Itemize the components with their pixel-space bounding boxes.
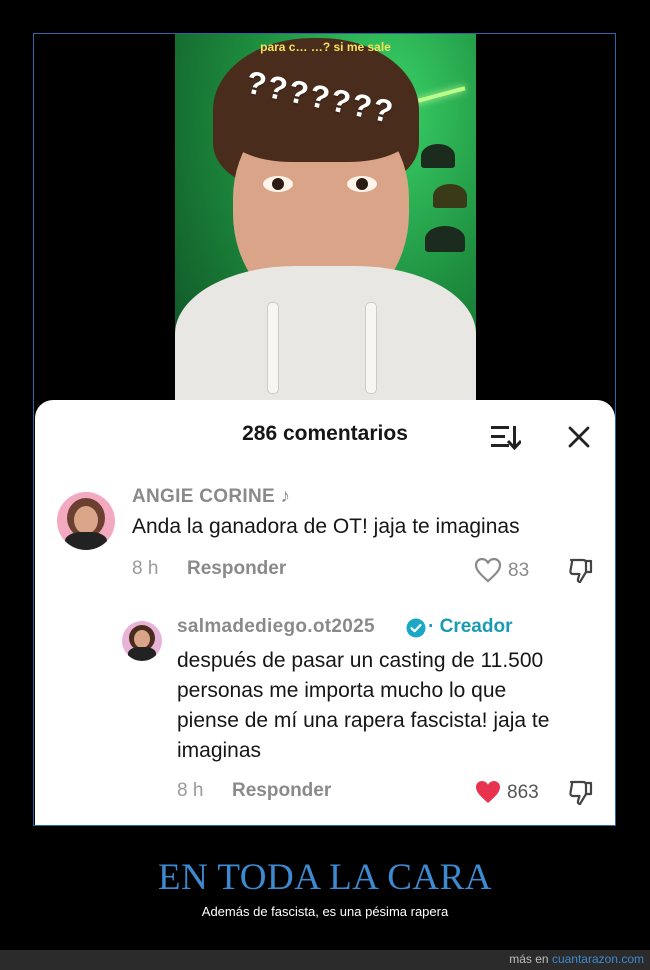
post-subline: Además de fascista, es una pésima rapera xyxy=(201,904,449,919)
post-headline: EN TODA LA CARA xyxy=(157,857,493,898)
dislike-icon[interactable] xyxy=(568,557,594,585)
post-frame: para c… …? si me sale ??????? 286 coment… xyxy=(33,33,616,826)
reply-time: 8 h xyxy=(177,780,204,801)
creator-username[interactable]: salmadediego.ot2025 xyxy=(177,616,375,638)
comments-count-title: 286 comentarios xyxy=(242,422,408,445)
avatar[interactable] xyxy=(57,492,115,550)
footer-prefix: más en xyxy=(509,952,552,966)
left-eye xyxy=(263,176,293,192)
cap-decoration xyxy=(433,184,467,208)
footer-site-link[interactable]: cuantarazon.com xyxy=(552,952,644,966)
footer-bar: más en cuantarazon.com xyxy=(0,950,650,970)
hoodie-string xyxy=(267,302,279,394)
comment-username[interactable]: ANGIE CORINE ♪ xyxy=(132,486,290,508)
verified-badge-icon xyxy=(406,618,426,638)
reply-button[interactable]: Responder xyxy=(187,558,286,580)
sort-icon[interactable] xyxy=(491,424,521,450)
cap-decoration xyxy=(425,226,465,252)
heart-filled-icon[interactable] xyxy=(474,779,502,805)
avatar-body xyxy=(65,532,107,550)
cap-decoration xyxy=(421,144,455,168)
reply-button[interactable]: Responder xyxy=(232,780,331,802)
comment-time: 8 h xyxy=(132,558,159,579)
reply-text-line: después de pasar un casting de 11.500 xyxy=(177,649,544,672)
close-icon[interactable] xyxy=(567,425,591,449)
reply-text-line: imaginas xyxy=(177,739,262,762)
hoodie-string xyxy=(365,302,377,394)
right-eye xyxy=(347,176,377,192)
avatar-body xyxy=(128,647,156,661)
hoodie xyxy=(175,266,476,414)
heart-outline-icon[interactable] xyxy=(474,557,502,583)
creator-avatar[interactable] xyxy=(122,621,162,661)
avatar-face xyxy=(74,506,98,534)
reply-text-line: piense de mí una rapera fascista! jaja t… xyxy=(177,709,550,732)
like-count: 83 xyxy=(508,560,530,581)
creator-label: · Creador xyxy=(428,616,513,637)
footer-text: más en cuantarazon.com xyxy=(509,952,644,966)
comments-panel: 286 comentarios ANGIE CORINE ♪ Anda la g… xyxy=(35,400,615,825)
reply-text-line: personas me importa mucho lo que xyxy=(177,679,507,702)
comment-text: Anda la ganadora de OT! jaja te imaginas xyxy=(132,515,520,538)
video-caption: para c… …? si me sale xyxy=(260,40,391,54)
video-thumbnail[interactable]: para c… …? si me sale ??????? xyxy=(175,34,476,414)
dislike-icon[interactable] xyxy=(568,779,594,807)
like-count: 863 xyxy=(507,782,539,803)
avatar-face xyxy=(134,630,150,648)
